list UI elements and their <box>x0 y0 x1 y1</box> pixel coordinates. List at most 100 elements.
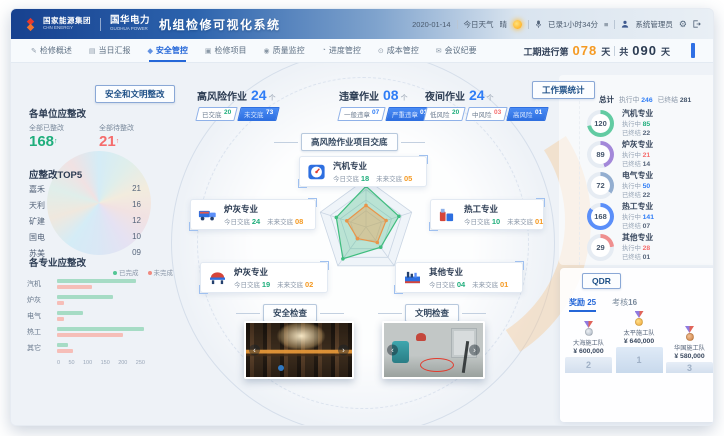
tab-overview[interactable]: ✎检修概述 <box>29 39 74 62</box>
clipboard-icon: ▣ <box>205 47 212 55</box>
shield-icon: ◆ <box>148 47 153 55</box>
tab-assessment[interactable]: 考核16 <box>612 297 637 312</box>
gear-icon[interactable]: ⚙ <box>679 19 687 30</box>
menu-icon[interactable]: ≡ <box>604 20 608 29</box>
silver-medal-icon <box>583 321 595 336</box>
carousel-next-button[interactable]: › <box>338 345 349 356</box>
tab-reward[interactable]: 奖励 25 <box>569 297 596 312</box>
header-date: 2020-01-14 <box>412 20 450 29</box>
truck-icon <box>198 206 218 224</box>
reward-podium: 大海施工队 ¥ 600,000 2 太平施工队 ¥ 640,000 1 华国施工… <box>565 313 713 373</box>
card-turbine[interactable]: 汽机专业 今日交底 18未来交底 05 <box>299 156 427 187</box>
valve-shape <box>416 333 426 341</box>
donut-chart: 168 <box>587 203 614 230</box>
valve-shape <box>278 365 284 371</box>
bar-group: 热工 <box>27 327 153 337</box>
qdr-tag[interactable]: QDR <box>582 273 621 289</box>
pill-mid-risk: 中风险03 <box>465 107 507 121</box>
podium-second: 大海施工队 ¥ 600,000 2 <box>565 321 612 373</box>
brand-group-en: CHN ENERGY <box>43 26 91 31</box>
duration-current: 078 <box>573 43 598 58</box>
dashboard-window: 国家能源集团 CHN ENERGY 国华电力 GUOHUA POWER 机组检修… <box>10 8 714 426</box>
project-duration: 工期进行第078天 共090天 <box>524 43 670 58</box>
sun-icon <box>513 20 522 29</box>
tab-meeting-minutes[interactable]: ✉会议纪要 <box>434 39 479 62</box>
tab-daily-report[interactable]: ▤当日汇报 <box>87 39 133 62</box>
overview-icon: ✎ <box>31 47 37 55</box>
nav-accent-bar <box>691 43 695 58</box>
bronze-medal-icon <box>684 326 696 341</box>
donut-chart: 72 <box>587 172 614 199</box>
page-title: 机组检修可视化系统 <box>159 16 281 33</box>
brand-divider <box>100 18 101 31</box>
weather-label: 今日天气 <box>464 19 494 30</box>
gauge-machine-icon <box>307 163 327 181</box>
brand: 国家能源集团 CHN ENERGY 国华电力 GUOHUA POWER <box>23 16 150 31</box>
logout-icon[interactable] <box>693 20 701 28</box>
top5-row: 矿建12 <box>29 216 141 227</box>
pill-briefed: 已交底20 <box>195 107 237 121</box>
stat-high-risk: 高风险作业24个 已交底20 未交底73 <box>197 87 280 121</box>
civility-check-tag: 文明检查 <box>405 304 459 322</box>
tab-progress-control[interactable]: ◔进度管控 <box>320 39 363 62</box>
safety-civility-tag[interactable]: 安全和文明整改 <box>95 85 175 103</box>
work-ticket-tag[interactable]: 工作票统计 <box>532 81 595 99</box>
top5-title: 应整改TOP5 <box>29 167 82 181</box>
trend-up-icon: ↑ <box>116 138 120 145</box>
card-thermal[interactable]: 热工专业 今日交底 10未来交底 01 <box>430 199 544 230</box>
todo-value: 21↑ <box>99 133 119 150</box>
units-rectify-title: 各单位应整改 <box>29 106 86 120</box>
trend-up-icon: ↑ <box>54 138 58 145</box>
safety-photo-carousel[interactable]: ‹ › <box>244 321 354 379</box>
brand-group: 国家能源集团 CHN ENERGY <box>43 17 91 30</box>
civility-photo-carousel[interactable]: ‹ › <box>382 321 485 379</box>
boiler-icon <box>208 269 228 287</box>
ticket-row-electrical: 72 电气专业 执行中 50 已终结 22 <box>587 171 653 201</box>
coin-icon: ⊙ <box>378 47 384 55</box>
card-ash-1[interactable]: 炉灰专业 今日交底 24未来交底 08 <box>190 199 316 230</box>
ticket-row-other: 29 其他专业 执行中 28 已终结 01 <box>587 233 653 263</box>
card-other[interactable]: 其他专业 今日交底 04未来交底 01 <box>395 262 523 293</box>
header: 国家能源集团 CHN ENERGY 国华电力 GUOHUA POWER 机组检修… <box>11 9 713 39</box>
user-name[interactable]: 系统管理员 <box>635 19 673 30</box>
radar-section-tag: 高风险作业项目交底 <box>301 133 398 151</box>
brand-logo-icon <box>23 17 38 32</box>
weather-value: 晴 <box>500 19 508 30</box>
tab-cost-control[interactable]: ⊙成本管控 <box>376 39 421 62</box>
microphone-icon[interactable] <box>535 19 542 29</box>
main-content: 安全和文明整改 各单位应整改 全部已整改 全部待整改 168 ↑ 21↑ 应整改T… <box>11 63 713 426</box>
record-duration: 已录1小时34分 <box>548 19 598 30</box>
divider <box>457 20 458 29</box>
done-label: 全部已整改 <box>29 123 64 133</box>
top5-row: 天利16 <box>29 200 141 211</box>
top5-row: 国电10 <box>29 232 141 243</box>
bar-group: 汽机 <box>27 279 153 289</box>
bar-group: 其它 <box>27 343 153 353</box>
safety-check-tag: 安全检查 <box>263 304 317 322</box>
gold-medal-icon <box>633 311 645 326</box>
todo-label: 全部待整改 <box>99 123 134 133</box>
carousel-prev-button[interactable]: ‹ <box>387 345 398 356</box>
bar-group: 电气 <box>27 311 153 321</box>
legend-undone: 未完成 <box>148 267 174 277</box>
ticket-row-thermal: 168 热工专业 执行中 141 已终结 07 <box>587 202 654 232</box>
pump-icon <box>438 206 458 224</box>
ticket-row-ash: 89 炉灰专业 执行中 21 已终结 14 <box>587 140 653 170</box>
nav-bar: ✎检修概述 ▤当日汇报 ◆安全管控 ▣检修项目 ◉质量监控 ◔进度管控 ⊙成本管… <box>11 39 713 63</box>
header-toolbar: 2020-01-14 今日天气 晴 已录1小时34分 ≡ 系统管理员 ⚙ <box>412 19 701 30</box>
carousel-prev-button[interactable]: ‹ <box>249 345 260 356</box>
donut-chart: 120 <box>587 110 614 137</box>
carousel-next-button[interactable]: › <box>469 345 480 356</box>
tab-safety-control[interactable]: ◆安全管控 <box>146 39 190 62</box>
donut-chart: 29 <box>587 234 614 261</box>
tab-maintenance-projects[interactable]: ▣检修项目 <box>203 39 249 62</box>
highlight-ellipse <box>420 358 454 372</box>
factory-icon <box>403 269 423 287</box>
tab-quality-control[interactable]: ◉质量监控 <box>262 39 307 62</box>
card-ash-2[interactable]: 炉灰专业 今日交底 19未来交底 02 <box>200 262 328 293</box>
bar-legend: 已完成 未完成 <box>69 267 173 277</box>
duration-total: 090 <box>632 43 657 58</box>
brand-company-en: GUOHUA POWER <box>110 27 150 32</box>
divider <box>614 46 615 56</box>
gauge-icon: ◉ <box>264 47 270 55</box>
